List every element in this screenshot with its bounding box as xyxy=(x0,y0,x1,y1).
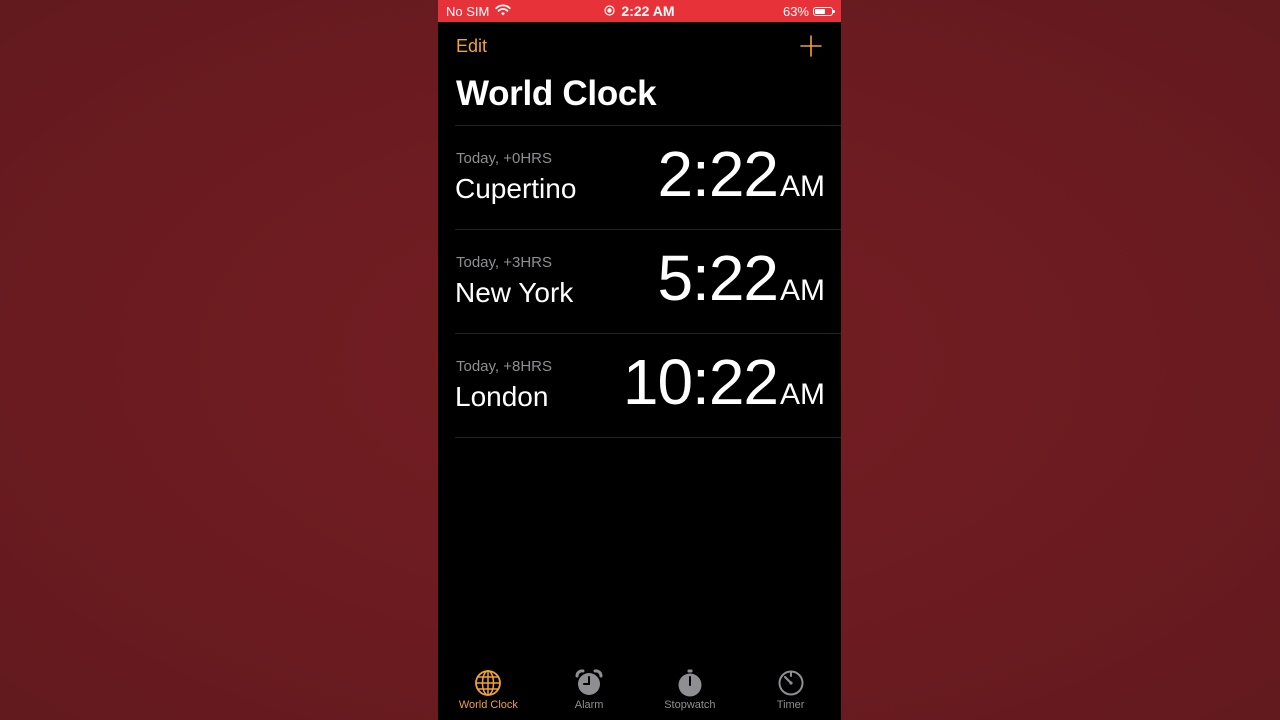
clock-ampm: AM xyxy=(780,378,825,411)
page-title: World Clock xyxy=(456,74,657,113)
tab-label: Timer xyxy=(776,699,805,711)
stopwatch-icon xyxy=(678,669,702,697)
clock-city: London xyxy=(455,381,549,412)
clock-row-london[interactable]: Today, +8HRS London 10:22 AM xyxy=(455,333,841,438)
tab-label: Alarm xyxy=(574,699,604,711)
edit-button[interactable]: Edit xyxy=(456,36,487,57)
clock-offset: Today, +3HRS xyxy=(456,254,553,271)
tab-label: Stopwatch xyxy=(664,699,716,711)
globe-icon xyxy=(475,670,502,696)
status-time: 2:22 AM xyxy=(621,3,675,19)
clock-row-cupertino[interactable]: Today, +0HRS Cupertino 2:22 AM xyxy=(455,125,841,229)
add-clock-button[interactable] xyxy=(799,34,823,58)
clock-ampm: AM xyxy=(780,274,825,307)
phone-screen: No SIM 2:22 AM 63% Edit World Clock Toda… xyxy=(438,0,841,720)
clock-list: Today, +0HRS Cupertino 2:22 AM Today, +3… xyxy=(455,125,841,438)
clock-offset: Today, +0HRS xyxy=(456,150,553,167)
clock-city: Cupertino xyxy=(455,173,577,204)
clock-offset: Today, +8HRS xyxy=(456,358,553,375)
tab-bar: World Clock Alarm Stopwatch Timer xyxy=(438,668,841,720)
clock-ampm: AM xyxy=(780,170,825,203)
alarm-icon xyxy=(575,669,603,695)
clock-city: New York xyxy=(455,277,574,308)
tab-timer[interactable]: Timer xyxy=(740,668,841,720)
clock-time: 10:22 AM xyxy=(623,350,825,414)
clock-time-digits: 2:22 xyxy=(657,138,779,210)
plus-icon xyxy=(800,35,822,57)
status-bar: No SIM 2:22 AM 63% xyxy=(438,0,841,22)
timer-icon xyxy=(778,670,804,696)
clock-row-new-york[interactable]: Today, +3HRS New York 5:22 AM xyxy=(455,229,841,333)
battery-percent: 63% xyxy=(782,4,809,19)
screen-recording-icon xyxy=(604,3,616,19)
battery-icon xyxy=(813,7,835,16)
tab-alarm[interactable]: Alarm xyxy=(539,668,640,720)
clock-time-digits: 5:22 xyxy=(657,242,779,314)
tab-world-clock[interactable]: World Clock xyxy=(438,668,539,720)
clock-time-digits: 10:22 xyxy=(622,346,779,418)
tab-stopwatch[interactable]: Stopwatch xyxy=(640,668,741,720)
clock-time: 5:22 AM xyxy=(657,246,825,310)
tab-label: World Clock xyxy=(458,699,518,711)
clock-time: 2:22 AM xyxy=(657,142,825,206)
status-right: 63% xyxy=(782,4,835,19)
battery-fill xyxy=(815,9,825,14)
status-center: 2:22 AM xyxy=(438,3,841,19)
